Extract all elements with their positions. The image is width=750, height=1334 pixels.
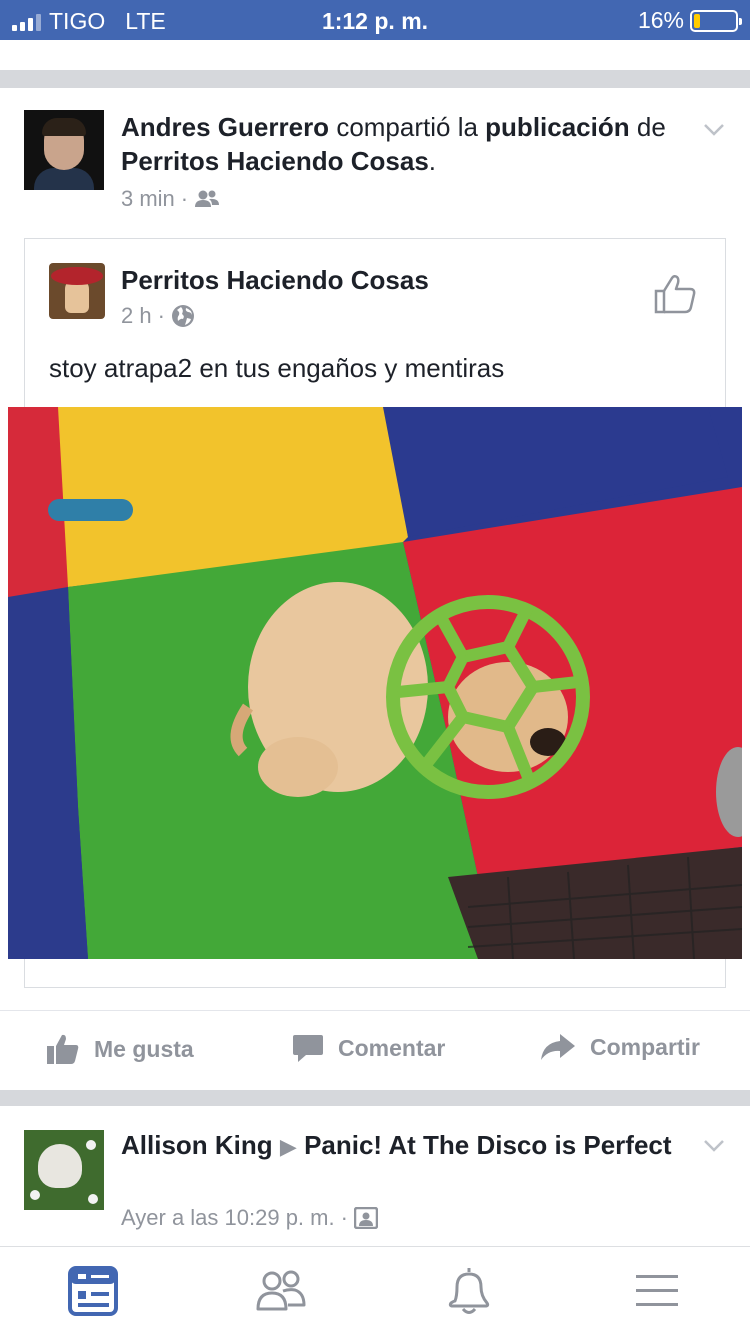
like-icon [47,1034,79,1064]
post-header: Andres Guerrero compartió la publicación… [121,110,681,178]
author-name[interactable]: Andres Guerrero [121,112,329,142]
shared-time[interactable]: 2 h [121,303,152,329]
like-icon[interactable] [653,273,697,315]
battery-percent: 16% [637,7,684,33]
feed-divider [0,1090,750,1106]
like-label: Me gusta [94,1035,194,1062]
author-avatar[interactable] [24,1130,104,1210]
action-text: compartió la [336,112,478,142]
post-meta: 3 min · [121,186,220,212]
previous-post-edge [0,40,750,70]
post-time[interactable]: 3 min [121,186,175,212]
feed-divider [0,70,750,88]
like-button[interactable]: Me gusta [46,1033,194,1065]
chevron-down-icon[interactable] [702,118,726,142]
post-meta: Ayer a las 10:29 p. m. · [121,1205,378,1231]
battery-icon [690,9,742,32]
period: . [428,146,437,176]
comment-button[interactable]: Comentar [292,1033,445,1063]
meta-separator: · [180,186,189,211]
comment-label: Comentar [338,1034,446,1061]
comment-icon [293,1035,323,1062]
chevron-down-icon[interactable] [702,1134,726,1158]
menu-icon[interactable] [631,1265,683,1317]
post-time[interactable]: Ayer a las 10:29 p. m. [121,1205,335,1231]
page-avatar[interactable] [49,263,105,319]
friends-icon [195,190,220,207]
shared-page-link[interactable]: Perritos Haciendo Cosas [121,146,429,176]
notifications-icon[interactable] [443,1265,495,1317]
post-header: Allison King ▶ Panic! At The Disco is Pe… [121,1128,681,1164]
share-icon [541,1034,575,1060]
share-label: Compartir [590,1033,700,1060]
target-group-link[interactable]: Panic! At The Disco is Perfect [304,1130,671,1160]
page-name[interactable]: Perritos Haciendo Cosas [121,265,429,296]
globe-icon [171,305,194,327]
shared-post-link[interactable]: publicación [485,112,629,142]
status-bar: TIGO LTE 1:12 p. m. 16% [0,0,750,40]
post-text: stoy atrapa2 en tus engaños y mentiras [49,353,505,383]
share-button[interactable]: Compartir [540,1033,700,1061]
arrow-icon: ▶ [279,1134,297,1159]
meta-separator: · [157,303,165,328]
meta-separator: · [340,1205,348,1230]
bottom-navigation [0,1246,750,1334]
prep-text: de [636,112,666,142]
friends-icon[interactable] [255,1265,307,1317]
news-feed-icon[interactable] [67,1265,119,1317]
author-name[interactable]: Allison King [121,1130,273,1160]
author-avatar[interactable] [24,110,104,190]
post-photo[interactable] [8,407,742,959]
status-right: 16% [637,7,742,34]
group-icon [353,1207,378,1229]
post-actions: Me gusta Comentar Compartir [0,1010,750,1090]
shared-meta: 2 h · [121,303,195,329]
